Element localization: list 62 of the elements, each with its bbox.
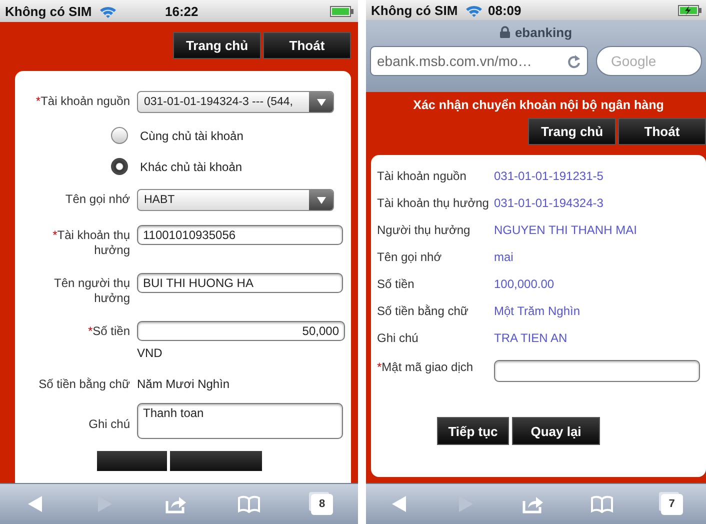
note-field[interactable]: Thanh toan — [137, 403, 343, 439]
lock-icon — [500, 26, 510, 38]
caret-icon — [316, 196, 326, 204]
url-field[interactable]: ebank.msb.com.vn/mo… — [370, 46, 588, 76]
reload-icon — [567, 54, 581, 68]
field-label: Tên gọi nhớ — [64, 191, 130, 207]
field-label: *Tài khoản nguồn — [34, 93, 130, 109]
page-heading: Xác nhận chuyển khoản nội bộ ngân hàng — [412, 98, 665, 112]
field-label: *Mật mã giao dịch — [377, 360, 474, 375]
nav-button[interactable]: Trang chủ — [528, 118, 616, 145]
share-icon — [522, 494, 544, 514]
text-field[interactable]: BUI THI HUONG HA — [137, 273, 343, 293]
password-field[interactable] — [494, 360, 700, 382]
nav-button[interactable]: Thoát — [618, 118, 706, 145]
dropdown-field[interactable]: 031-01-01-194324-3 --- (544, — [137, 91, 334, 113]
carrier-label: Không có SIM — [371, 2, 458, 18]
wifi-icon — [98, 4, 117, 18]
book-icon — [590, 495, 614, 513]
field-value: mai — [494, 250, 514, 265]
radio-button[interactable] — [111, 127, 128, 144]
tabs-button[interactable]: 8 — [311, 494, 333, 514]
page-title: ebanking — [514, 24, 572, 40]
field-label: Ghi chú — [88, 416, 130, 432]
nav-button[interactable]: Trang chủ — [173, 32, 261, 59]
radio-label: Khác chủ tài khoản — [140, 160, 242, 174]
radio-label: Cùng chủ tài khoản — [140, 128, 244, 142]
radio-button[interactable] — [111, 158, 128, 175]
field-value: Một Trăm Nghìn — [494, 304, 580, 319]
field-label: Ghi chú — [377, 331, 420, 346]
field-label: Tên gọi nhớ — [377, 250, 443, 265]
field-label: Số tiền — [377, 277, 416, 292]
dropdown-field[interactable]: HABT — [137, 189, 334, 211]
field-label: Tài khoản thụ hưởng — [377, 196, 490, 211]
battery-icon — [330, 6, 354, 16]
field-label: Người thụ hưởng — [377, 223, 472, 238]
field-value: 031-01-01-191231-5 — [494, 169, 604, 184]
tabs-button[interactable]: 7 — [660, 494, 683, 514]
text-field[interactable]: 11001010935056 — [137, 225, 343, 245]
wifi-icon — [464, 4, 483, 16]
field-value: TRA TIEN AN — [494, 331, 568, 346]
share-icon — [165, 494, 187, 514]
field-value: NGUYEN THI THANH MAI — [494, 223, 637, 238]
field-label: Tài khoản nguồn — [377, 169, 468, 184]
action-button[interactable]: Tiếp tục — [437, 417, 509, 445]
field-value: 031-01-01-194324-3 — [494, 196, 604, 211]
field-label: Tên người thụ hưởng — [53, 275, 130, 306]
clock-time: 16:22 — [165, 4, 198, 18]
carrier-label: Không có SIM — [5, 4, 92, 18]
action-button[interactable]: Quay lại — [512, 417, 600, 445]
clock-time: 08:09 — [488, 2, 522, 18]
field-label: Số tiền bằng chữ — [377, 304, 470, 319]
amount-field[interactable]: 50,000 — [137, 321, 345, 341]
book-icon — [237, 495, 261, 513]
caret-icon — [316, 98, 326, 106]
field-label: Số tiền bằng chữ — [38, 376, 130, 392]
currency-label: VND — [137, 346, 164, 360]
field-label: *Tài khoản thụ hưởng — [52, 227, 130, 258]
field-label: *Số tiền — [86, 323, 130, 339]
field-value: 100,000.00 — [494, 277, 554, 292]
nav-button[interactable]: Thoát — [263, 32, 351, 59]
charging-battery-icon — [678, 4, 702, 16]
field-value: Năm Mươi Nghìn — [137, 376, 230, 391]
